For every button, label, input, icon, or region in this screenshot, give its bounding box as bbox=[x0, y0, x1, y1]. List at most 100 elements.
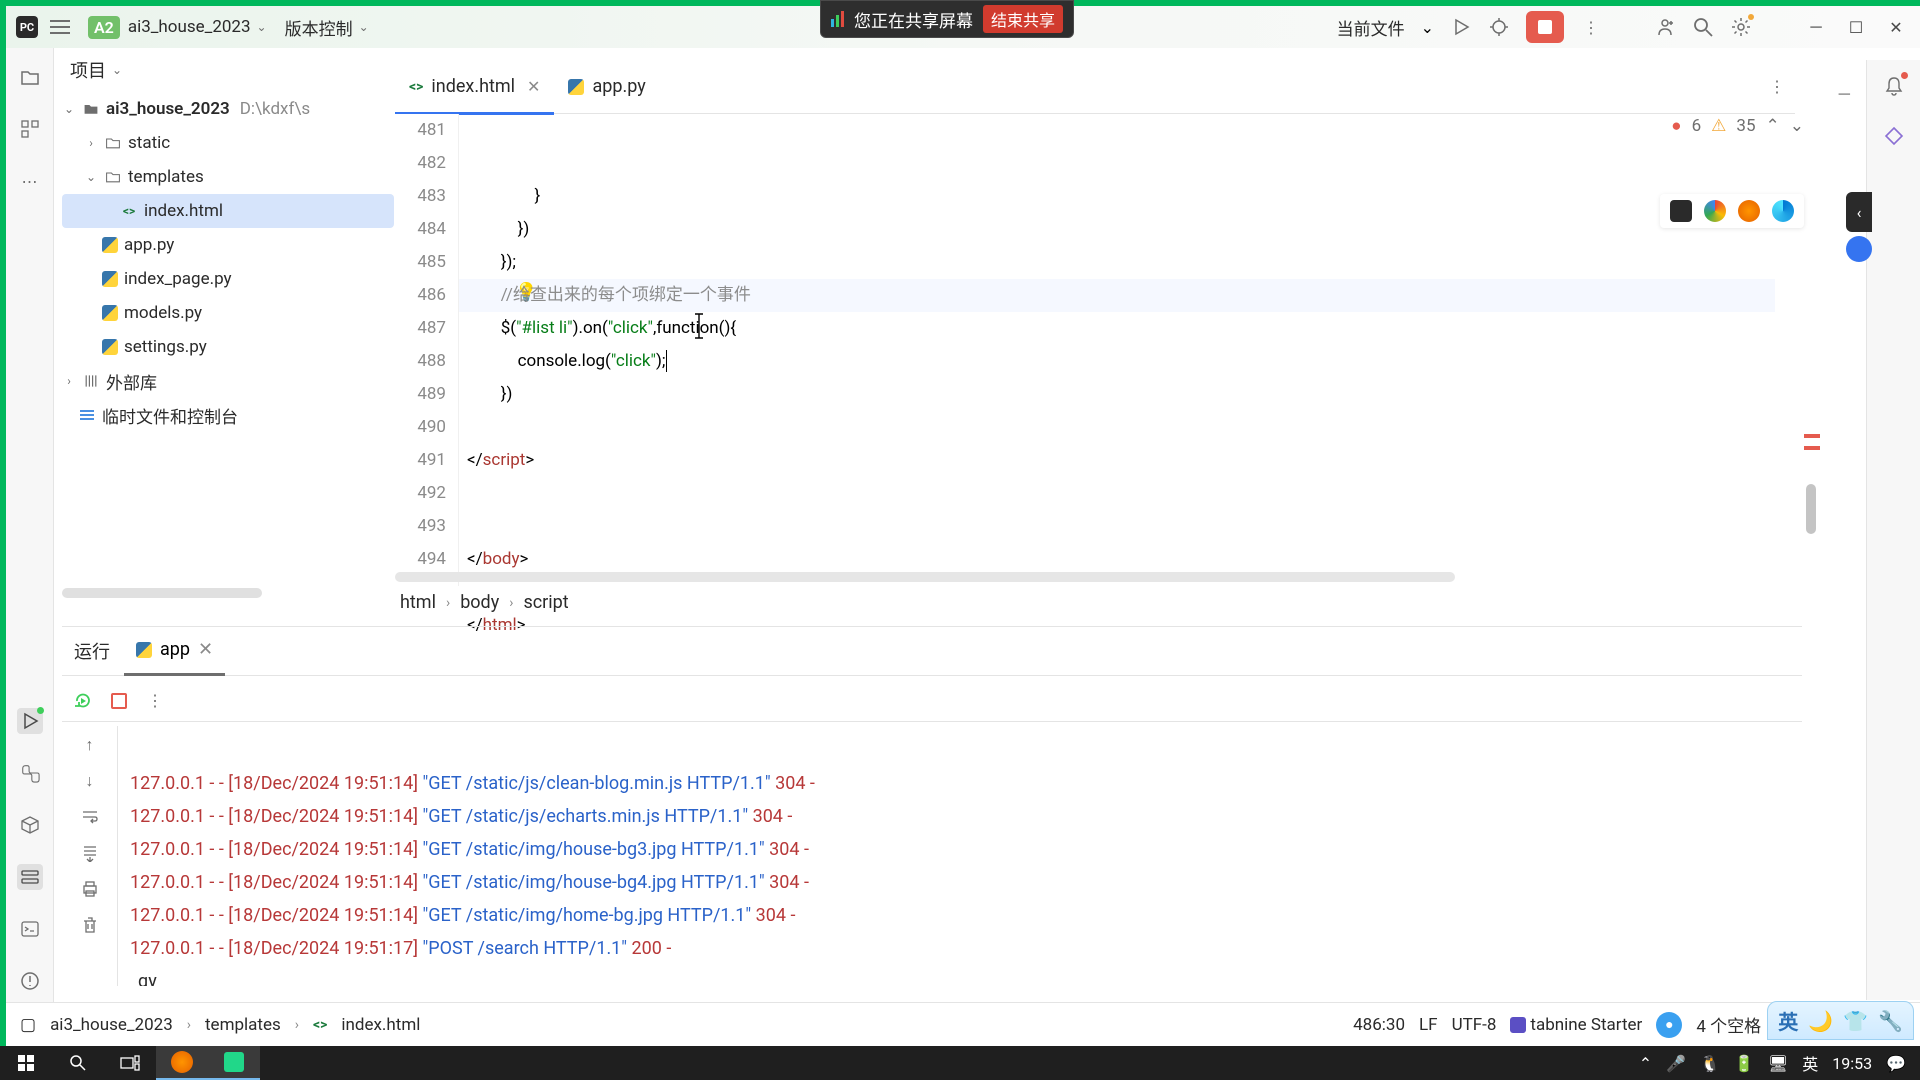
vcs-menu[interactable]: 版本控制 bbox=[285, 15, 353, 40]
tray-clock[interactable]: 19:53 bbox=[1832, 1054, 1872, 1073]
more-icon[interactable]: ⋮ bbox=[144, 690, 166, 712]
tree-file-index-html[interactable]: <> index.html bbox=[62, 194, 394, 228]
close-icon[interactable]: ✕ bbox=[527, 77, 540, 96]
tree-file-models-py[interactable]: models.py bbox=[62, 296, 394, 330]
notifications-icon[interactable] bbox=[1882, 74, 1906, 98]
chevron-down-icon[interactable]: ⌄ bbox=[1790, 116, 1804, 136]
chevron-right-icon[interactable]: › bbox=[62, 374, 76, 388]
chevron-down-icon[interactable]: ⌄ bbox=[112, 63, 122, 77]
crumb[interactable]: script bbox=[523, 592, 568, 613]
more-tools-icon[interactable]: ⋯ bbox=[17, 168, 43, 194]
code-editor[interactable]: 481 482 483 484 485 486 487 488 489 490 … bbox=[395, 114, 1795, 586]
indent-widget[interactable]: 4 个空格 bbox=[1696, 1012, 1761, 1037]
file-encoding[interactable]: UTF-8 bbox=[1452, 1015, 1497, 1035]
tabs-more-icon[interactable]: ⋮ bbox=[1769, 77, 1785, 96]
print-icon[interactable] bbox=[79, 878, 101, 900]
rerun-icon[interactable] bbox=[72, 690, 94, 712]
tray-notifications-icon[interactable]: 💬 bbox=[1886, 1054, 1906, 1073]
system-tray[interactable]: ⌃ 🎤 🐧 🔋 🖥 英 19:53 💬 bbox=[1639, 1051, 1920, 1075]
ime-tool-icon[interactable]: 🔧 bbox=[1878, 1009, 1903, 1033]
up-arrow-icon[interactable]: ↑ bbox=[79, 734, 101, 756]
copilot-icon[interactable]: ● bbox=[1656, 1012, 1682, 1038]
run-config-label[interactable]: 当前文件 bbox=[1337, 15, 1405, 40]
tree-scratches[interactable]: 临时文件和控制台 bbox=[62, 398, 394, 432]
project-panel-scrollbar[interactable] bbox=[62, 588, 262, 598]
ime-moon-icon[interactable]: 🌙 bbox=[1808, 1009, 1833, 1033]
tab-index-html[interactable]: <> index.html ✕ bbox=[395, 60, 554, 114]
code-area[interactable]: } }) }); //给查出来的每个项绑定一个事件 $("#list li").… bbox=[459, 114, 1795, 586]
run-icon[interactable] bbox=[1450, 16, 1472, 38]
tree-root[interactable]: ⌄ ai3_house_2023 D:\kdxf\s bbox=[62, 92, 394, 126]
run-tool-icon[interactable] bbox=[17, 708, 43, 734]
packages-tool-icon[interactable] bbox=[17, 812, 43, 838]
line-separator[interactable]: LF bbox=[1419, 1015, 1438, 1035]
project-panel-header[interactable]: 项目 ⌄ bbox=[54, 48, 394, 92]
trash-icon[interactable] bbox=[79, 914, 101, 936]
tree-file-app-py[interactable]: app.py bbox=[62, 228, 394, 262]
soft-wrap-icon[interactable] bbox=[79, 806, 101, 828]
edge-icon[interactable] bbox=[1772, 200, 1794, 222]
firefox-icon[interactable] bbox=[1738, 200, 1760, 222]
tray-battery-icon[interactable]: 🔋 bbox=[1734, 1054, 1754, 1073]
python-console-icon[interactable] bbox=[17, 760, 43, 786]
tray-qq-icon[interactable]: 🐧 bbox=[1700, 1054, 1720, 1073]
debug-icon[interactable] bbox=[1488, 16, 1510, 38]
chevron-down-icon[interactable]: ⌄ bbox=[62, 102, 76, 116]
crumb[interactable]: html bbox=[400, 592, 436, 613]
chevron-down-icon[interactable]: ⌄ bbox=[84, 170, 98, 184]
start-button[interactable] bbox=[0, 1046, 52, 1080]
chevron-down-icon[interactable]: ⌄ bbox=[1421, 18, 1434, 37]
tree-file-settings-py[interactable]: settings.py bbox=[62, 330, 394, 364]
pycharm-icon[interactable] bbox=[1670, 200, 1692, 222]
problems-tool-icon[interactable] bbox=[17, 968, 43, 994]
project-tool-icon[interactable] bbox=[17, 64, 43, 90]
ai-assistant-icon[interactable] bbox=[1882, 124, 1906, 148]
tree-folder-static[interactable]: › static bbox=[62, 126, 394, 160]
hamburger-menu-icon[interactable] bbox=[50, 15, 74, 39]
close-icon[interactable]: ✕ bbox=[198, 639, 213, 660]
structure-tool-icon[interactable] bbox=[17, 116, 43, 142]
search-icon[interactable] bbox=[1692, 16, 1714, 38]
run-console[interactable]: 127.0.0.1 - - [18/Dec/2024 19:51:14] "GE… bbox=[122, 726, 1802, 986]
tree-file-index-page-py[interactable]: index_page.py bbox=[62, 262, 394, 296]
code-with-me-icon[interactable] bbox=[1654, 16, 1676, 38]
settings-icon[interactable] bbox=[1730, 16, 1752, 38]
firefox-taskbar-icon[interactable] bbox=[156, 1046, 208, 1080]
status-path-c[interactable]: index.html bbox=[341, 1015, 420, 1035]
ime-lang[interactable]: 英 bbox=[1778, 1006, 1798, 1035]
stop-icon[interactable] bbox=[108, 690, 130, 712]
more-icon[interactable]: ⋮ bbox=[1580, 16, 1602, 38]
tab-app-py[interactable]: app.py bbox=[554, 60, 659, 114]
chrome-icon[interactable] bbox=[1704, 200, 1726, 222]
cursor-position[interactable]: 486:30 bbox=[1353, 1015, 1405, 1035]
stop-share-button[interactable]: 结束共享 bbox=[983, 5, 1063, 33]
down-arrow-icon[interactable]: ↓ bbox=[79, 770, 101, 792]
run-tab-app[interactable]: app ✕ bbox=[124, 626, 225, 676]
status-path-a[interactable]: ai3_house_2023 bbox=[50, 1015, 173, 1035]
terminal-tool-icon[interactable] bbox=[17, 916, 43, 942]
close-button[interactable]: ✕ bbox=[1884, 15, 1908, 39]
reader-mode-icon[interactable] bbox=[1846, 236, 1872, 262]
status-path-b[interactable]: templates bbox=[205, 1015, 281, 1035]
search-button[interactable] bbox=[52, 1046, 104, 1080]
chevron-right-icon[interactable]: › bbox=[84, 136, 98, 150]
tray-mic-icon[interactable]: 🎤 bbox=[1666, 1054, 1686, 1073]
editor-vscroll[interactable] bbox=[1804, 114, 1820, 586]
tray-display-icon[interactable]: 🖥 bbox=[1768, 1054, 1788, 1073]
tabnine-widget[interactable]: tabnine Starter bbox=[1510, 1015, 1642, 1035]
tray-caret-icon[interactable]: ⌃ bbox=[1639, 1054, 1652, 1073]
ime-shirt-icon[interactable]: 👕 bbox=[1843, 1009, 1868, 1033]
crumb[interactable]: body bbox=[460, 592, 499, 613]
scroll-to-end-icon[interactable] bbox=[79, 842, 101, 864]
services-tool-icon[interactable] bbox=[17, 864, 43, 890]
collapse-tab[interactable]: ‹ bbox=[1846, 192, 1872, 232]
maximize-button[interactable]: ☐ bbox=[1844, 15, 1868, 39]
chevron-down-icon[interactable]: ⌄ bbox=[359, 20, 369, 34]
ime-toolbar[interactable]: 英 🌙 👕 🔧 bbox=[1767, 1001, 1914, 1040]
chevron-down-icon[interactable]: ⌄ bbox=[257, 20, 267, 34]
pycharm-taskbar-icon[interactable] bbox=[208, 1046, 260, 1080]
inspection-stats[interactable]: ●6 ⚠35 ⌃ ⌄ bbox=[1671, 116, 1804, 136]
editor-hscroll[interactable] bbox=[395, 572, 1455, 582]
project-name[interactable]: ai3_house_2023 bbox=[128, 17, 251, 37]
stop-button[interactable] bbox=[1526, 11, 1564, 43]
